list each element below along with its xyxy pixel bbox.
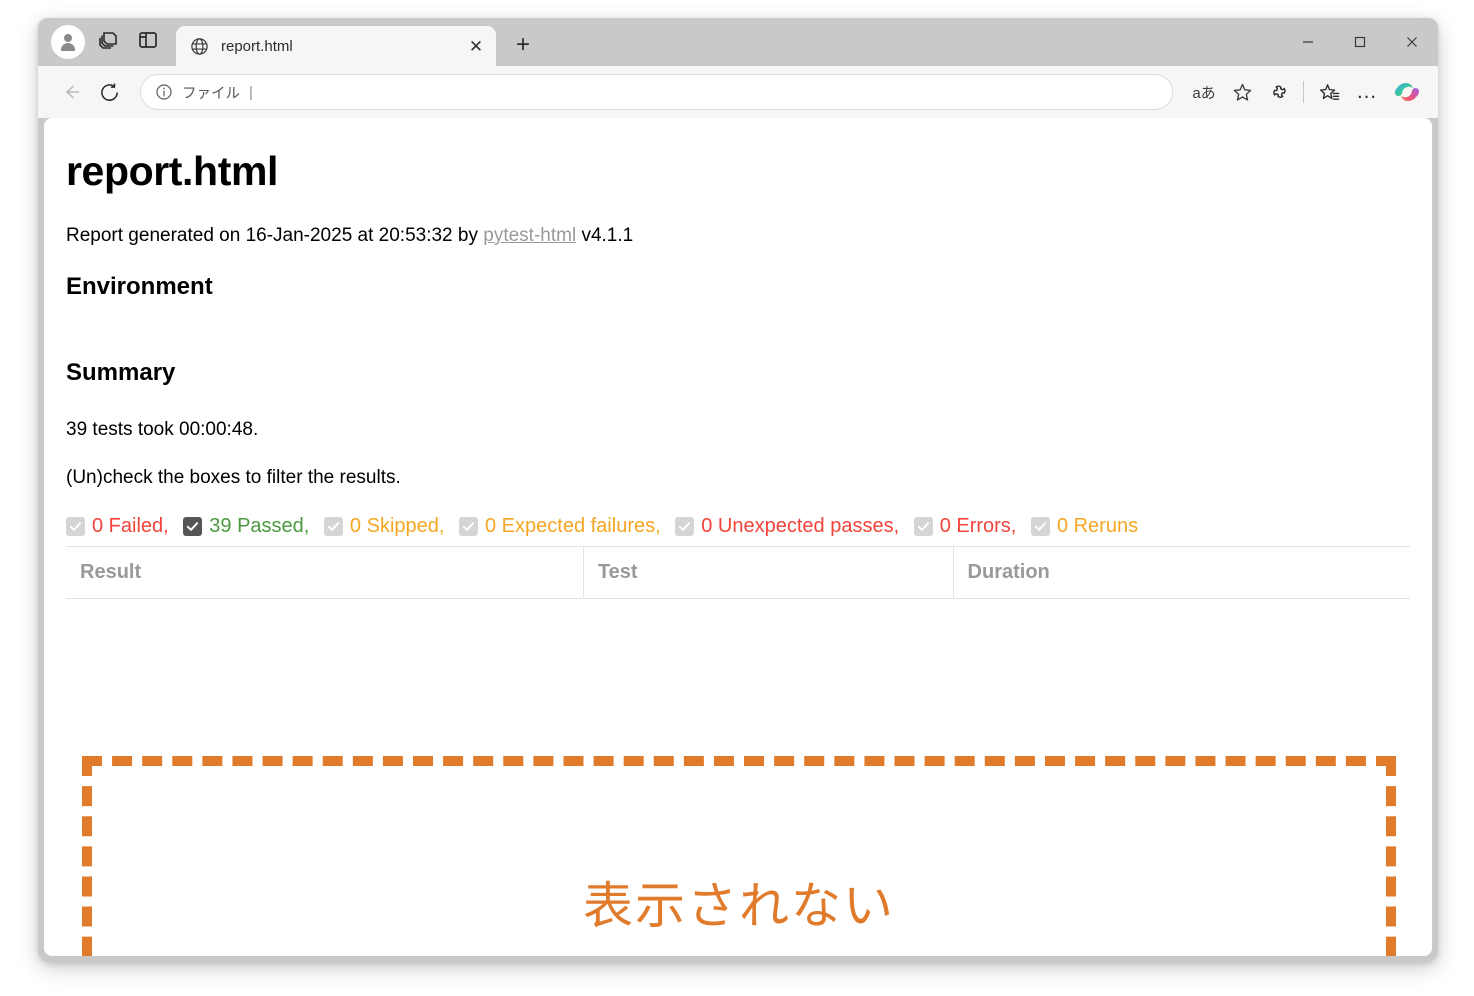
info-icon[interactable] bbox=[155, 83, 173, 101]
maximize-button[interactable] bbox=[1334, 18, 1386, 66]
back-button[interactable] bbox=[52, 73, 90, 111]
filter-checkbox[interactable] bbox=[459, 517, 478, 536]
report-generated-line: Report generated on 16-Jan-2025 at 20:53… bbox=[66, 225, 1410, 247]
filter-spacer bbox=[899, 515, 905, 538]
filter-label: 0 Reruns bbox=[1056, 515, 1139, 537]
tab-strip: report.html ✕ + bbox=[38, 18, 1438, 66]
annotation-label: 表示されない bbox=[583, 876, 895, 935]
filter-label: 0 Expected failures, bbox=[485, 515, 661, 537]
filter-checkbox[interactable] bbox=[913, 517, 933, 536]
address-bar[interactable]: ファイル | bbox=[140, 74, 1173, 110]
column-header-result[interactable]: Result bbox=[66, 546, 584, 599]
profile-button[interactable] bbox=[48, 22, 88, 62]
filter-spacer bbox=[1016, 515, 1022, 538]
results-table: Result Test Duration bbox=[66, 546, 1410, 599]
new-tab-button[interactable]: + bbox=[506, 28, 540, 62]
translate-icon[interactable]: aあ bbox=[1183, 76, 1225, 108]
filter-item[interactable]: 0 Failed, bbox=[66, 515, 169, 538]
annotation-highlight-box: 表示されない bbox=[82, 756, 1396, 956]
filter-item[interactable]: 39 Passed, bbox=[183, 515, 309, 538]
filter-label: 0 Unexpected passes, bbox=[701, 515, 900, 537]
browser-tab-report-html[interactable]: report.html ✕ bbox=[176, 26, 496, 66]
browser-window: report.html ✕ + ファイル | aあ … report.html … bbox=[38, 18, 1438, 962]
generated-suffix: v4.1.1 bbox=[576, 225, 634, 246]
environment-heading: Environment bbox=[66, 273, 213, 300]
generated-prefix: Report generated on 16-Jan-2025 at 20:53… bbox=[66, 225, 484, 246]
annotation-wrapper: 表示されない bbox=[66, 756, 1410, 956]
filter-spacer bbox=[309, 515, 315, 538]
pytest-html-link[interactable]: pytest-html bbox=[483, 225, 576, 246]
reload-button[interactable] bbox=[90, 73, 128, 111]
filter-checkbox[interactable] bbox=[675, 517, 695, 536]
column-header-duration[interactable]: Duration bbox=[953, 546, 1410, 599]
copy-stack-icon bbox=[97, 29, 119, 56]
filter-spacer bbox=[661, 515, 667, 538]
tab-search-button[interactable] bbox=[88, 22, 128, 62]
browser-toolbar: ファイル | aあ … bbox=[38, 66, 1438, 118]
toolbar-divider bbox=[1303, 81, 1304, 103]
filter-checkbox[interactable] bbox=[66, 517, 85, 536]
collections-button[interactable] bbox=[1310, 73, 1348, 111]
filter-item[interactable]: 0 Unexpected passes, bbox=[675, 515, 899, 538]
filter-checkbox[interactable] bbox=[1030, 517, 1050, 536]
filter-item[interactable]: 0 Reruns bbox=[1030, 515, 1139, 538]
globe-icon bbox=[190, 37, 209, 56]
panel-icon bbox=[138, 30, 158, 55]
tests-took-text: 39 tests took 00:00:48. bbox=[66, 419, 259, 440]
extensions-button[interactable] bbox=[1259, 73, 1297, 111]
close-tab-icon[interactable]: ✕ bbox=[464, 34, 488, 58]
tab-title: report.html bbox=[221, 37, 293, 55]
filter-label: 0 Failed, bbox=[92, 515, 169, 537]
table-header-row: Result Test Duration bbox=[66, 546, 1410, 599]
url-scheme-label: ファイル bbox=[182, 85, 240, 102]
column-header-test[interactable]: Test bbox=[583, 546, 954, 599]
filter-checkbox[interactable] bbox=[323, 517, 343, 536]
summary-heading: Summary bbox=[66, 359, 176, 386]
filter-item[interactable]: 0 Skipped, bbox=[323, 515, 445, 538]
filter-row: 0 Failed, 39 Passed, 0 Skipped, 0 Expect… bbox=[66, 515, 1410, 538]
report-page: report.html Report generated on 16-Jan-2… bbox=[44, 118, 1432, 956]
star-icon[interactable] bbox=[1225, 76, 1259, 108]
copilot-icon[interactable] bbox=[1388, 73, 1426, 111]
window-controls bbox=[1282, 18, 1438, 66]
page-title: report.html bbox=[66, 148, 278, 194]
filter-hint-text: (Un)check the boxes to filter the result… bbox=[66, 467, 401, 488]
filter-spacer bbox=[444, 515, 450, 538]
filter-label: 0 Errors, bbox=[939, 515, 1017, 537]
filter-item[interactable]: 0 Errors, bbox=[913, 515, 1017, 538]
split-screen-button[interactable] bbox=[128, 22, 168, 62]
minimize-button[interactable] bbox=[1282, 18, 1334, 66]
close-window-button[interactable] bbox=[1386, 18, 1438, 66]
filter-checkbox[interactable] bbox=[183, 517, 203, 536]
filter-label: 0 Skipped, bbox=[349, 515, 445, 537]
more-options-button[interactable]: … bbox=[1348, 73, 1386, 111]
filter-label: 39 Passed, bbox=[209, 515, 310, 537]
filter-spacer bbox=[169, 515, 175, 538]
page-viewport: report.html Report generated on 16-Jan-2… bbox=[44, 118, 1432, 956]
avatar bbox=[51, 25, 85, 59]
url-separator: | bbox=[249, 83, 253, 101]
filter-item[interactable]: 0 Expected failures, bbox=[459, 515, 661, 538]
